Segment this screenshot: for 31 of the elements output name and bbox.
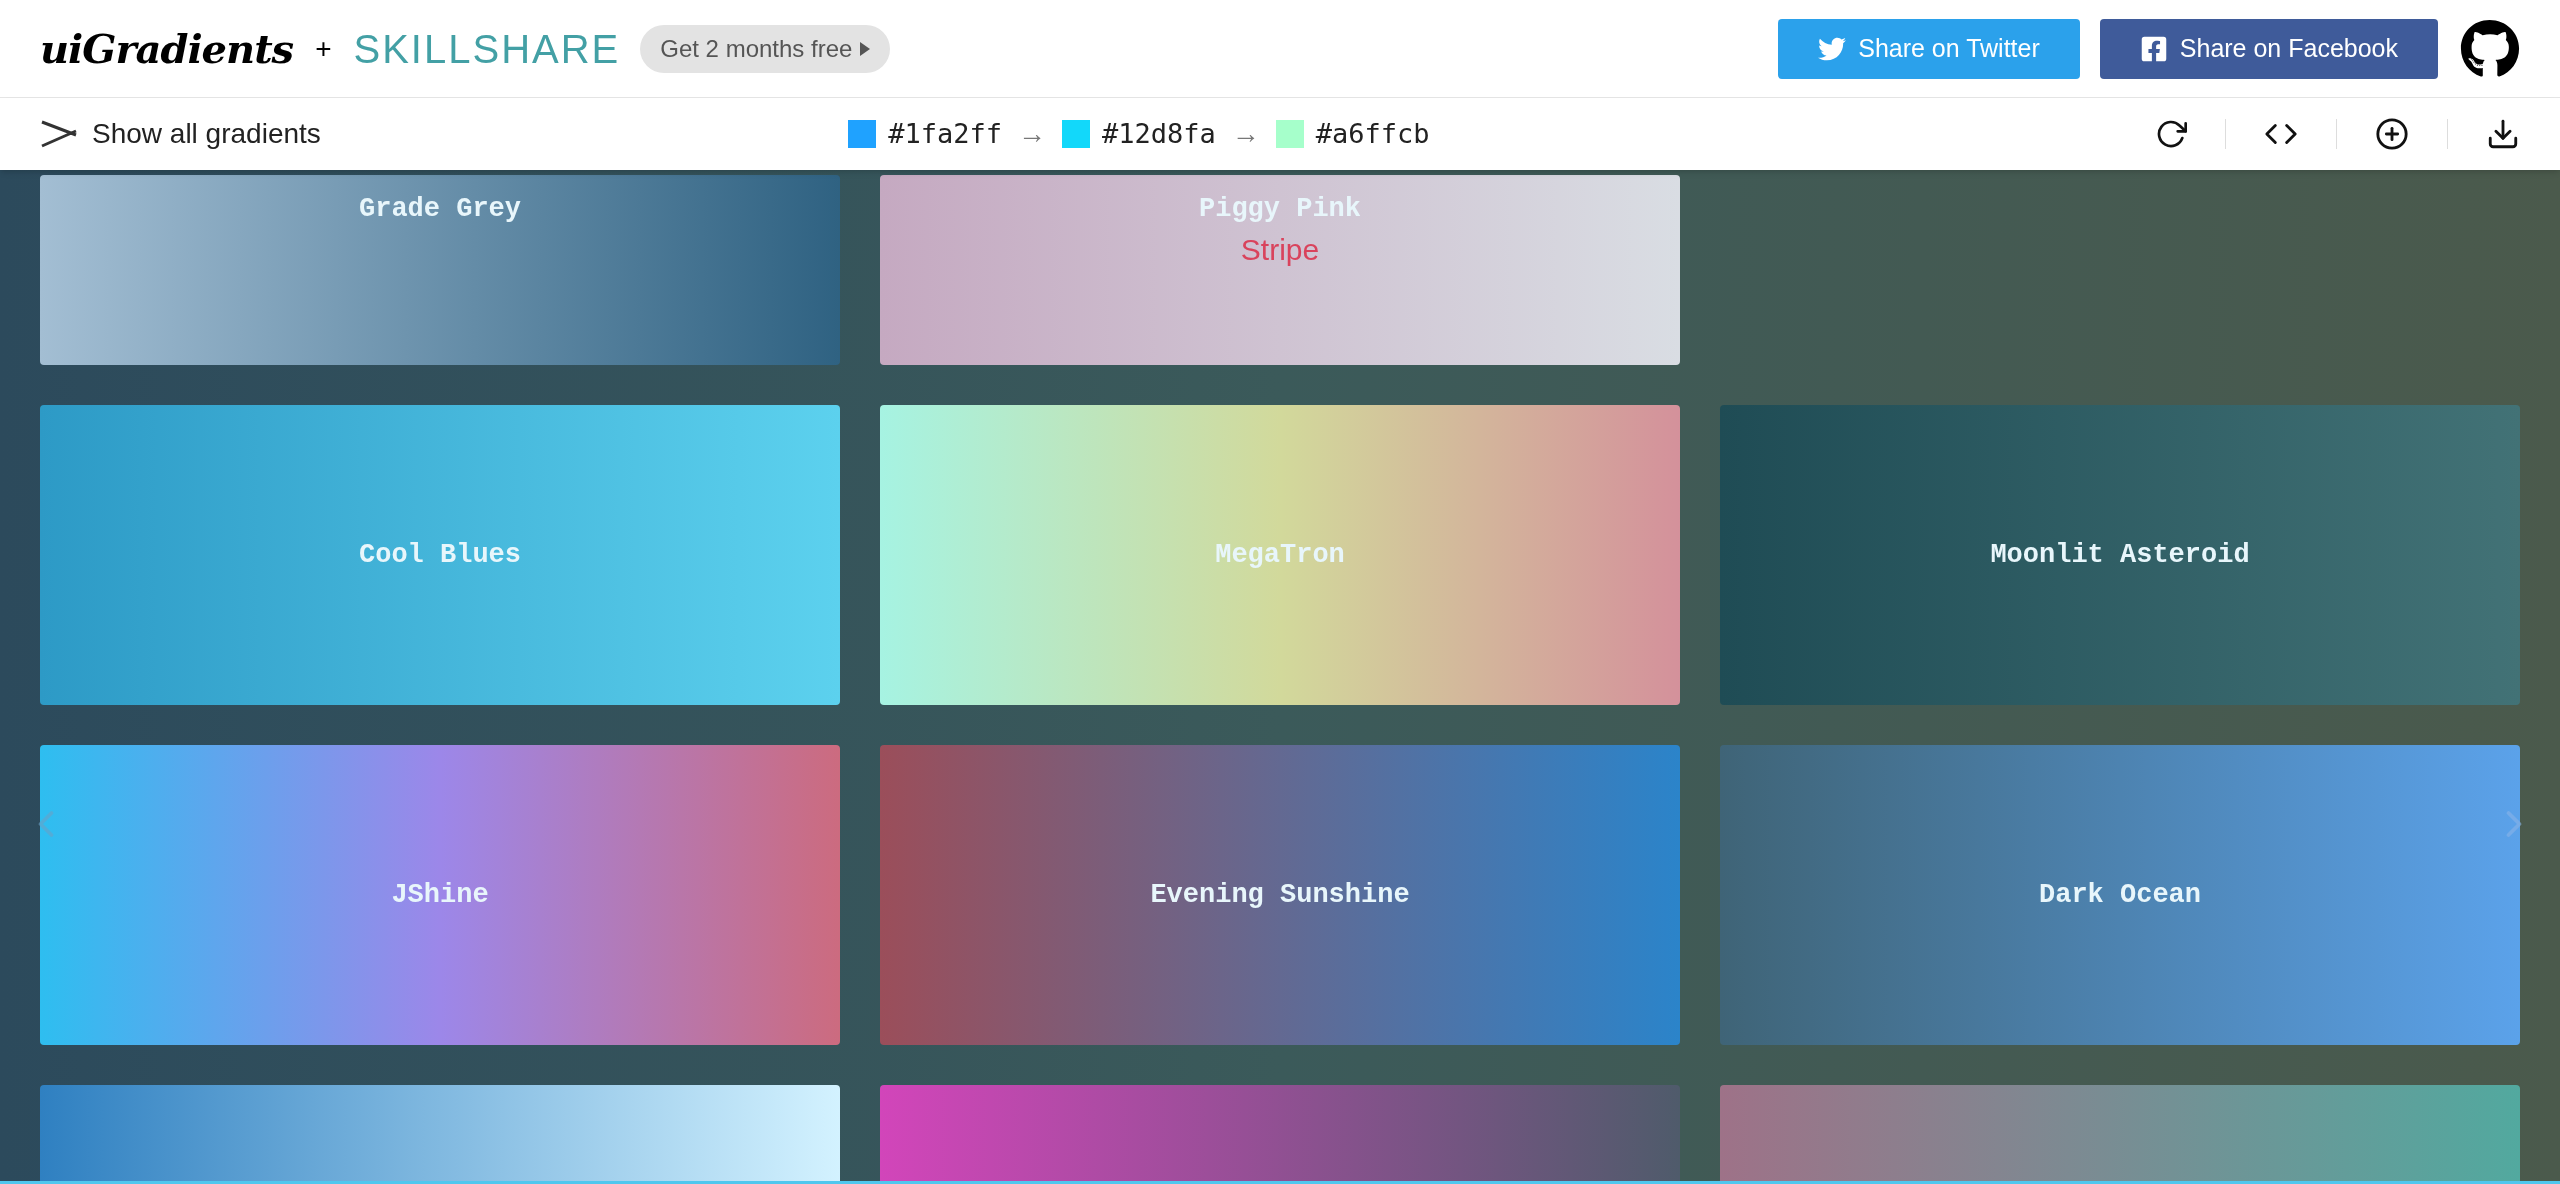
ghost-label: Stripe — [1240, 232, 1320, 268]
facebook-icon — [2139, 34, 2168, 63]
color-hex[interactable]: #12d8fa — [1102, 113, 1216, 155]
add-icon[interactable] — [2375, 117, 2409, 151]
gradient-card[interactable]: JShine — [40, 745, 840, 1045]
gradient-card[interactable]: Moonlit Asteroid — [1720, 405, 2520, 705]
color-hex[interactable]: #1fa2ff — [888, 113, 1002, 155]
gradient-name: Cool Blues — [359, 538, 521, 572]
promo-pill[interactable]: Get 2 months free — [640, 24, 891, 73]
gradient-name: Dark Ocean — [2039, 878, 2201, 912]
arrow-sign: → — [1018, 117, 1046, 151]
logo[interactable]: uiGradients — [40, 18, 294, 79]
gradient-name: Moonlit Asteroid — [1990, 538, 2250, 572]
gradient-name: Evening Sunshine — [1150, 878, 1410, 912]
gradient-name: Grade Grey — [359, 193, 521, 226]
caret-icon — [860, 41, 871, 56]
download-icon[interactable] — [2486, 117, 2520, 151]
gradient-card[interactable]: Evening Sunshine — [880, 745, 1680, 1045]
github-icon[interactable] — [2460, 18, 2520, 79]
twitter-share-button[interactable]: Share on Twitter — [1778, 18, 2080, 79]
arrow-sign: → — [1231, 117, 1260, 151]
rotate-icon[interactable] — [2155, 118, 2187, 150]
color-hex[interactable]: #a6ffcb — [1315, 113, 1430, 155]
plus-sign: + — [315, 31, 332, 66]
facebook-share-button[interactable]: Share on Facebook — [2099, 18, 2438, 79]
gradient-name: MegaTron — [1215, 538, 1345, 572]
gradient-name: JShine — [391, 878, 489, 912]
partner-name[interactable]: SKILLSHARE — [353, 18, 621, 79]
show-all-gradients-button[interactable]: Show all gradients — [40, 113, 321, 155]
gradient-card[interactable]: Grade Grey — [40, 175, 840, 365]
gradient-card[interactable]: Dark Ocean — [1720, 745, 2520, 1045]
